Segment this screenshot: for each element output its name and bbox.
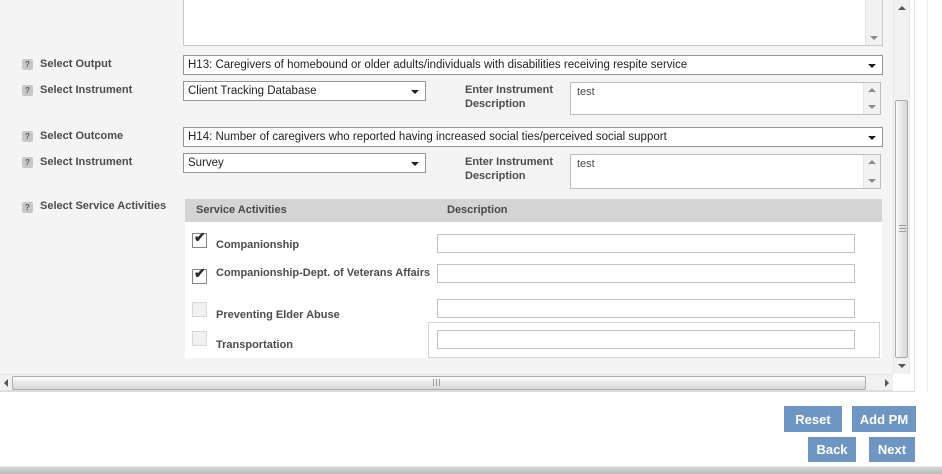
arrow-up-icon — [868, 160, 876, 164]
horizontal-scrollbar[interactable] — [0, 374, 893, 391]
dropdown-arrow-icon — [868, 136, 876, 140]
select-outcome-label: Select Outcome — [40, 130, 124, 142]
output-selected-value: H13: Caregivers of homebound or older ad… — [188, 59, 688, 71]
performance-measure-form-page: ? Select Output H13: Caregivers of homeb… — [0, 0, 942, 474]
dropdown-arrow-icon — [411, 162, 419, 166]
select-instrument-label: Select Instrument — [40, 156, 133, 168]
dropdown-arrow-icon — [868, 64, 876, 68]
table-row-label: Companionship-Dept. of Veterans Affairs — [216, 267, 431, 279]
checkmark-icon: ✔ — [194, 229, 206, 245]
help-icon[interactable]: ? — [22, 59, 33, 70]
help-icon[interactable]: ? — [22, 85, 33, 96]
help-icon[interactable]: ? — [22, 131, 33, 142]
help-icon[interactable]: ? — [22, 202, 33, 213]
select-instrument-label: Select Instrument — [40, 84, 133, 96]
preventing-elder-abuse-description-input[interactable] — [437, 299, 855, 318]
transportation-checkbox[interactable] — [192, 331, 207, 346]
frame-right-border — [914, 0, 915, 392]
instrument1-select[interactable]: Client Tracking Database — [183, 81, 426, 101]
scroll-up-button[interactable] — [864, 83, 880, 97]
transportation-description-input[interactable] — [437, 330, 855, 349]
instrument2-description-wrap: test — [570, 154, 881, 189]
arrow-down-icon — [870, 36, 878, 40]
reset-button[interactable]: Reset — [784, 406, 842, 432]
outcome-selected-value: H14: Number of caregivers who reported h… — [188, 131, 667, 143]
scroll-right-button[interactable] — [881, 375, 893, 390]
companionship-va-description-input[interactable] — [437, 264, 855, 283]
vertical-scrollbar-thumb[interactable] — [895, 100, 908, 358]
vertical-scrollbar[interactable] — [893, 0, 910, 374]
companionship-checkbox[interactable]: ✔ — [192, 229, 207, 248]
column-header-service-activities: Service Activities — [196, 204, 287, 216]
companionship-description-input[interactable] — [437, 234, 855, 253]
top-description-textarea-wrap — [183, 0, 883, 46]
arrow-down-icon — [897, 364, 906, 368]
top-description-textarea[interactable] — [184, 0, 862, 44]
textarea-scrollbar[interactable] — [865, 0, 882, 45]
arrow-down-icon — [868, 179, 876, 183]
dropdown-arrow-icon — [411, 90, 419, 94]
instrument2-selected-value: Survey — [188, 157, 224, 169]
outer-right-border — [927, 0, 928, 392]
horizontal-scrollbar-thumb[interactable] — [12, 376, 866, 390]
output-select[interactable]: H13: Caregivers of homebound or older ad… — [183, 55, 883, 75]
instrument1-description-wrap: test — [570, 82, 881, 115]
outcome-select[interactable]: H14: Number of caregivers who reported h… — [183, 127, 883, 147]
instrument2-select[interactable]: Survey — [183, 153, 426, 173]
table-row-label: Companionship — [216, 239, 300, 251]
arrow-up-icon — [897, 6, 906, 10]
enter-instrument-description-label: Enter Instrument Description — [465, 84, 554, 110]
scrollbar-grip-icon — [433, 379, 442, 386]
companionship-va-checkbox[interactable]: ✔ — [192, 265, 207, 284]
select-output-label: Select Output — [40, 58, 112, 70]
arrow-right-icon — [885, 378, 889, 387]
select-service-activities-label: Select Service Activities — [40, 200, 167, 212]
enter-instrument-description-label: Enter Instrument Description — [465, 156, 554, 182]
bottom-status-bar — [0, 466, 942, 474]
scroll-left-button[interactable] — [0, 375, 12, 390]
table-row-label: Preventing Elder Abuse — [216, 309, 340, 321]
scroll-up-button[interactable] — [864, 155, 880, 169]
arrow-up-icon — [868, 88, 876, 92]
checkmark-icon: ✔ — [194, 265, 206, 281]
textarea-scrollbar[interactable] — [863, 83, 880, 114]
next-button[interactable]: Next — [869, 437, 915, 462]
scroll-up-button[interactable] — [894, 0, 909, 16]
column-header-description: Description — [447, 204, 508, 216]
help-icon[interactable]: ? — [22, 157, 33, 168]
add-pm-button[interactable]: Add PM — [852, 406, 916, 432]
instrument1-description-textarea[interactable]: test — [571, 83, 863, 114]
instrument1-selected-value: Client Tracking Database — [188, 85, 317, 97]
scrollbar-grip-icon — [899, 225, 906, 234]
arrow-left-icon — [4, 378, 8, 387]
scroll-down-button[interactable] — [864, 100, 880, 114]
instrument2-description-textarea[interactable]: test — [571, 155, 863, 188]
textarea-scrollbar[interactable] — [863, 155, 880, 188]
back-button[interactable]: Back — [808, 437, 856, 462]
scroll-down-button[interactable] — [864, 174, 880, 188]
service-activities-table-header: Service Activities Description — [185, 199, 882, 222]
scroll-down-button[interactable] — [894, 358, 909, 374]
scroll-down-button[interactable] — [866, 31, 882, 45]
frame-bottom-border — [0, 391, 915, 392]
table-row-label: Transportation — [216, 339, 294, 351]
arrow-down-icon — [868, 105, 876, 109]
preventing-elder-abuse-checkbox[interactable] — [192, 302, 207, 317]
